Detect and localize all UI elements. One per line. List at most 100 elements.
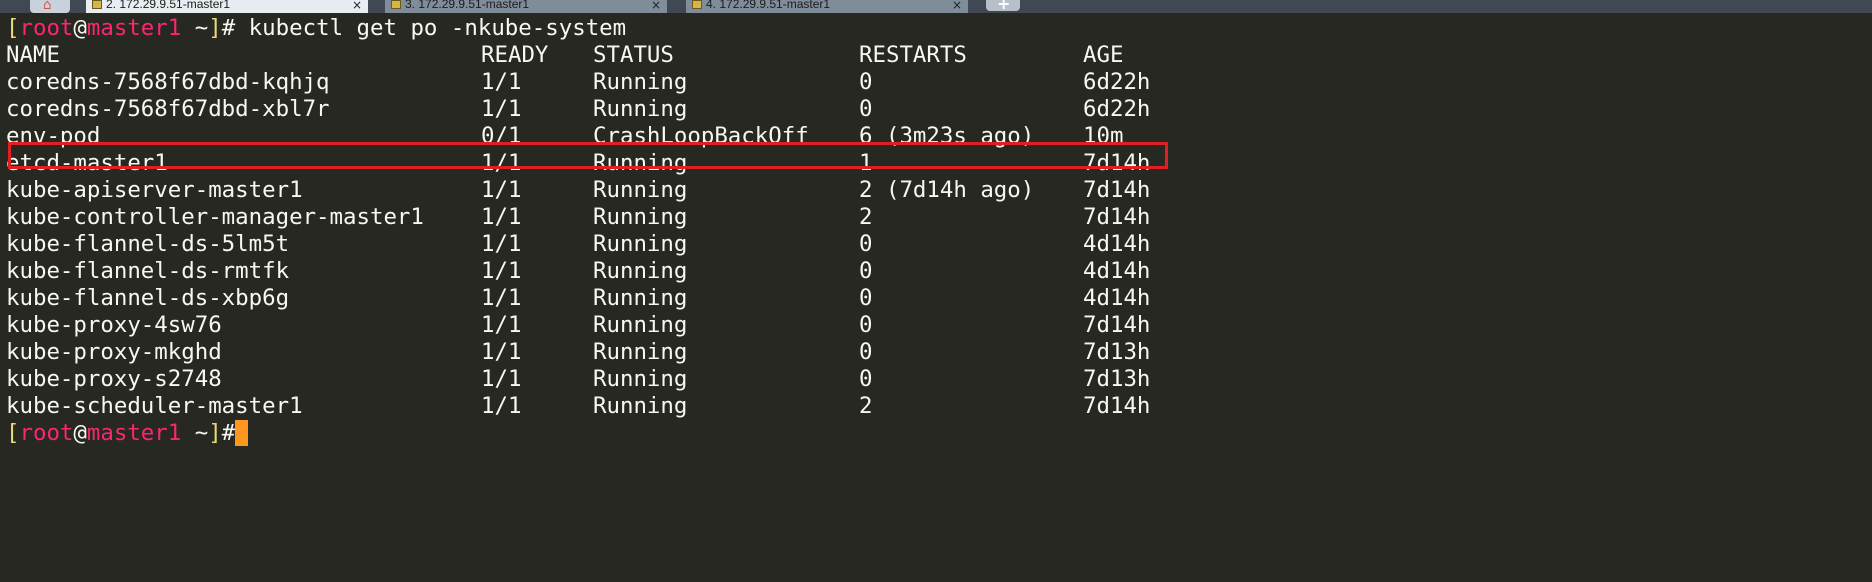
prompt-user: root	[19, 420, 74, 446]
prompt-host: master1	[86, 15, 182, 41]
pod-restarts: 1	[859, 150, 873, 176]
terminal-icon	[92, 0, 102, 9]
pod-name: kube-flannel-ds-rmtfk	[6, 258, 290, 284]
table-row: kube-apiserver-master1 1/1 Running 2 (7d…	[6, 177, 1866, 204]
pod-age: 7d14h	[1083, 150, 1151, 176]
pod-ready: 0/1	[481, 123, 522, 149]
pod-ready: 1/1	[481, 366, 522, 392]
header-age: AGE	[1083, 42, 1124, 68]
pod-status: CrashLoopBackOff	[593, 123, 809, 149]
pod-restarts: 0	[859, 285, 873, 311]
pod-name: kube-apiserver-master1	[6, 177, 303, 203]
table-row: kube-proxy-s2748 1/1 Running 0 7d13h	[6, 366, 1866, 393]
pod-name: coredns-7568f67dbd-kqhjq	[6, 69, 330, 95]
tab-label: 3. 172.29.9.51-master1	[405, 0, 530, 11]
command-line: [root@master1 ~]# kubectl get po -nkube-…	[6, 15, 1866, 42]
pod-name: etcd-master1	[6, 150, 168, 176]
prompt-hash: #	[221, 15, 236, 41]
header-name: NAME	[6, 42, 60, 68]
new-tab-button[interactable]: +	[986, 0, 1020, 13]
pod-status: Running	[593, 69, 688, 95]
pod-restarts: 0	[859, 312, 873, 338]
table-row: coredns-7568f67dbd-xbl7r 1/1 Running 0 6…	[6, 96, 1866, 123]
text-cursor	[235, 420, 249, 446]
pod-ready: 1/1	[481, 312, 522, 338]
pod-status: Running	[593, 339, 688, 365]
prompt-user: root	[19, 15, 74, 41]
pod-restarts: 0	[859, 231, 873, 257]
pod-status: Running	[593, 204, 688, 230]
pod-ready: 1/1	[481, 393, 522, 419]
home-tab[interactable]: ⌂	[30, 0, 70, 13]
prompt-cwd: ~	[181, 420, 209, 446]
terminal-icon	[391, 0, 401, 9]
pod-ready: 1/1	[481, 339, 522, 365]
prompt-line[interactable]: [root@master1 ~]#	[6, 420, 1866, 447]
pod-status: Running	[593, 366, 688, 392]
pod-status: Running	[593, 150, 688, 176]
pod-restarts: 0	[859, 96, 873, 122]
table-row: kube-controller-manager-master1 1/1 Runn…	[6, 204, 1866, 231]
pod-name: coredns-7568f67dbd-xbl7r	[6, 96, 330, 122]
pod-ready: 1/1	[481, 177, 522, 203]
pod-name: kube-proxy-mkghd	[6, 339, 222, 365]
pod-name: kube-proxy-s2748	[6, 366, 222, 392]
terminal-output[interactable]: [root@master1 ~]# kubectl get po -nkube-…	[6, 15, 1866, 485]
command-text: kubectl get po -nkube-system	[235, 15, 627, 41]
pod-status: Running	[593, 285, 688, 311]
close-icon[interactable]: ×	[651, 0, 661, 11]
header-ready: READY	[481, 42, 549, 68]
pod-name: kube-proxy-4sw76	[6, 312, 222, 338]
pod-restarts: 0	[859, 258, 873, 284]
table-row: env-pod 0/1 CrashLoopBackOff 6 (3m23s ag…	[6, 123, 1866, 150]
pod-restarts: 6 (3m23s ago)	[859, 123, 1035, 149]
table-row: kube-proxy-mkghd 1/1 Running 0 7d13h	[6, 339, 1866, 366]
pod-age: 6d22h	[1083, 69, 1151, 95]
pod-restarts: 0	[859, 366, 873, 392]
pod-ready: 1/1	[481, 150, 522, 176]
table-row: kube-flannel-ds-xbp6g 1/1 Running 0 4d14…	[6, 285, 1866, 312]
pod-age: 7d13h	[1083, 366, 1151, 392]
pod-age: 6d22h	[1083, 96, 1151, 122]
tab-session-2[interactable]: 2. 172.29.9.51-master1 ×	[86, 0, 368, 13]
close-icon[interactable]: ×	[352, 0, 362, 11]
pod-ready: 1/1	[481, 231, 522, 257]
pod-ready: 1/1	[481, 285, 522, 311]
pod-restarts: 2	[859, 393, 873, 419]
pod-age: 4d14h	[1083, 231, 1151, 257]
pod-status: Running	[593, 96, 688, 122]
pod-status: Running	[593, 393, 688, 419]
home-icon: ⌂	[43, 0, 52, 13]
header-status: STATUS	[593, 42, 674, 68]
pod-age: 7d14h	[1083, 393, 1151, 419]
pod-restarts: 0	[859, 339, 873, 365]
prompt-close-bracket: ]	[208, 420, 222, 446]
pod-age: 4d14h	[1083, 285, 1151, 311]
tab-session-3[interactable]: 3. 172.29.9.51-master1 ×	[385, 0, 667, 13]
tab-bar: ⌂ 2. 172.29.9.51-master1 × 3. 172.29.9.5…	[0, 0, 1872, 13]
table-row: coredns-7568f67dbd-kqhjq 1/1 Running 0 6…	[6, 69, 1866, 96]
plus-icon: +	[997, 0, 1011, 13]
close-icon[interactable]: ×	[952, 0, 962, 11]
header-restarts: RESTARTS	[859, 42, 967, 68]
pod-age: 7d14h	[1083, 204, 1151, 230]
pod-name: kube-flannel-ds-5lm5t	[6, 231, 290, 257]
pod-status: Running	[593, 312, 688, 338]
prompt-at: @	[73, 420, 87, 446]
tab-label: 2. 172.29.9.51-master1	[106, 0, 231, 11]
prompt-host: master1	[86, 420, 182, 446]
pod-ready: 1/1	[481, 96, 522, 122]
table-row: kube-flannel-ds-rmtfk 1/1 Running 0 4d14…	[6, 258, 1866, 285]
pod-age: 7d14h	[1083, 177, 1151, 203]
terminal-icon	[692, 0, 702, 9]
table-row: kube-scheduler-master1 1/1 Running 2 7d1…	[6, 393, 1866, 420]
prompt-cwd: ~	[181, 15, 209, 41]
tab-session-4[interactable]: 4. 172.29.9.51-master1 ×	[686, 0, 968, 13]
prompt-open-bracket: [	[6, 15, 20, 41]
pod-name: kube-flannel-ds-xbp6g	[6, 285, 290, 311]
pod-ready: 1/1	[481, 258, 522, 284]
pod-restarts: 2	[859, 204, 873, 230]
table-header: NAME READY STATUS RESTARTS AGE	[6, 42, 1866, 69]
pod-status: Running	[593, 258, 688, 284]
pod-restarts: 2 (7d14h ago)	[859, 177, 1035, 203]
